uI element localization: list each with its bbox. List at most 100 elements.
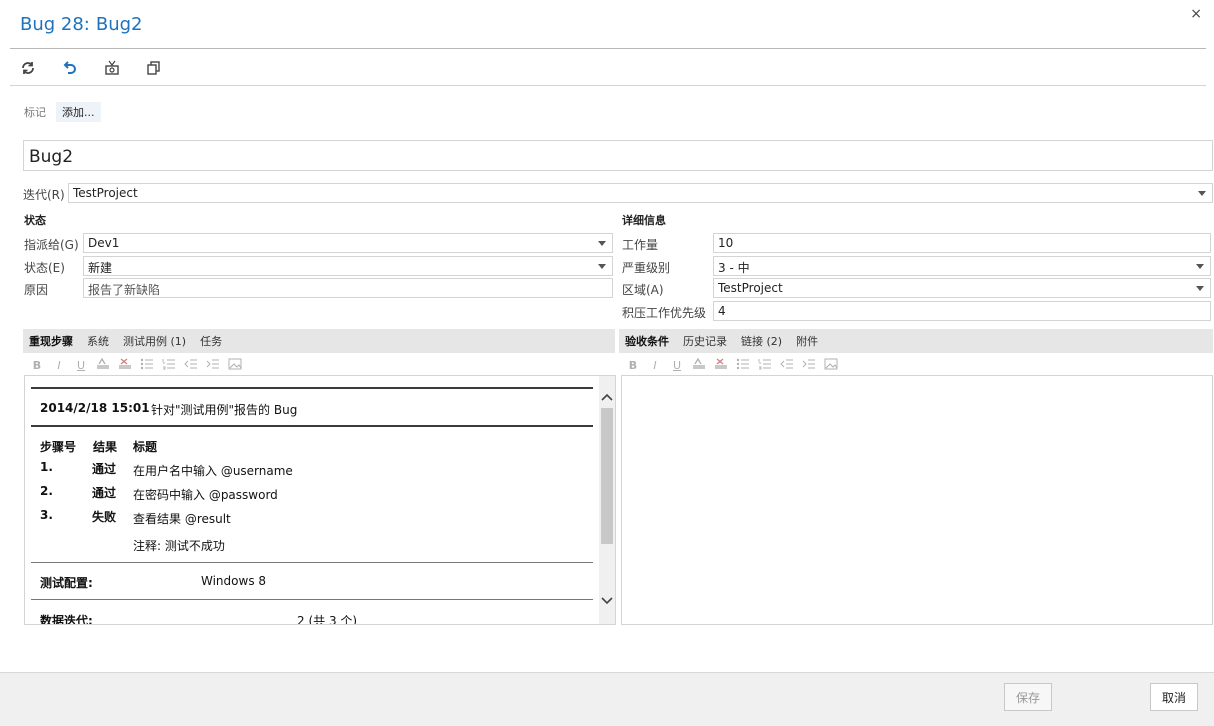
repro-date: 2014/2/18 15:01 <box>40 401 150 415</box>
repro-summary: 针对"测试用例"报告的 Bug <box>151 403 298 417</box>
repro-header-rule <box>31 425 593 427</box>
severity-label: 严重级别 <box>622 261 671 275</box>
work-item-name: Bug2 <box>95 14 143 35</box>
reason-value: 报告了新缺陷 <box>88 283 161 297</box>
right-rte-toolbar: B I U <box>626 355 838 375</box>
capture-icon[interactable] <box>102 58 122 78</box>
test-config-value: Windows 8 <box>201 574 267 588</box>
italic-button[interactable]: I <box>52 359 66 372</box>
window-title: Bug 28: Bug2 <box>20 14 143 35</box>
step-title: 查看结果 @result <box>133 512 231 526</box>
iteration-label: 迭代(R) <box>23 188 65 202</box>
toolbar <box>18 58 164 80</box>
effort-label: 工作量 <box>622 238 659 252</box>
italic-button[interactable]: I <box>648 359 662 372</box>
left-rte-toolbar: B I U <box>30 355 242 375</box>
right-tab-strip: 验收条件 历史记录 链接 (2) 附件 <box>619 329 1213 353</box>
tab-links[interactable]: 链接 (2) <box>741 333 796 349</box>
state-value: 新建 <box>88 261 113 275</box>
scroll-up-icon[interactable] <box>600 390 614 404</box>
indent-icon[interactable] <box>802 358 816 373</box>
severity-select[interactable]: 3 - 中 <box>713 256 1211 276</box>
outdent-icon[interactable] <box>780 358 794 373</box>
col-title: 标题 <box>133 440 158 454</box>
tags-row: 标记 添加... <box>24 102 101 122</box>
copy-icon[interactable] <box>144 58 164 78</box>
title-bar: Bug 28: Bug2 × <box>0 0 1214 48</box>
left-tab-strip: 重现步骤 系统 测试用例 (1) 任务 <box>23 329 615 353</box>
clear-format-icon[interactable] <box>714 358 728 373</box>
repro-top-rule <box>31 387 593 389</box>
state-select[interactable]: 新建 <box>83 256 613 276</box>
step-title: 在密码中输入 @password <box>133 488 278 502</box>
step-comment: 注释: 测试不成功 <box>133 539 225 553</box>
bullet-list-icon[interactable] <box>140 358 154 373</box>
underline-button[interactable]: U <box>74 359 88 372</box>
tab-history[interactable]: 历史记录 <box>683 333 741 349</box>
col-result: 结果 <box>93 440 118 454</box>
cancel-button[interactable]: 取消 <box>1150 683 1198 711</box>
iteration-value: TestProject <box>73 186 138 200</box>
scrollbar-thumb[interactable] <box>601 408 613 544</box>
toolbar-divider <box>10 85 1206 86</box>
numbered-list-icon[interactable] <box>758 358 772 373</box>
tab-repro-steps[interactable]: 重现步骤 <box>29 333 87 349</box>
tab-test-cases[interactable]: 测试用例 (1) <box>123 333 200 349</box>
repro-rule <box>31 562 593 563</box>
insert-image-icon[interactable] <box>228 358 242 373</box>
status-heading: 状态 <box>24 214 46 227</box>
clear-format-icon[interactable] <box>118 358 132 373</box>
highlight-icon[interactable] <box>692 357 706 373</box>
step-title: 在用户名中输入 @username <box>133 464 293 478</box>
tags-label: 标记 <box>24 106 46 119</box>
tab-attachments[interactable]: 附件 <box>796 333 832 349</box>
assigned-to-value: Dev1 <box>88 236 120 250</box>
reason-label: 原因 <box>24 283 49 297</box>
scroll-down-icon[interactable] <box>600 594 614 608</box>
underline-button[interactable]: U <box>670 359 684 372</box>
effort-input[interactable]: 10 <box>713 233 1211 253</box>
col-step-number: 步骤号 <box>40 440 77 454</box>
state-label: 状态(E) <box>24 261 65 275</box>
tab-system[interactable]: 系统 <box>87 333 123 349</box>
highlight-icon[interactable] <box>96 357 110 373</box>
data-iteration-label: 数据迭代: <box>40 614 93 625</box>
step-number: 3. <box>40 508 53 522</box>
title-divider <box>10 48 1206 49</box>
step-number: 1. <box>40 460 53 474</box>
bullet-list-icon[interactable] <box>736 358 750 373</box>
outdent-icon[interactable] <box>184 358 198 373</box>
undo-icon[interactable] <box>60 58 80 78</box>
repro-steps-editor[interactable]: 2014/2/18 15:01 针对"测试用例"报告的 Bug 步骤号 结果 标… <box>24 375 616 625</box>
assigned-to-select[interactable]: Dev1 <box>83 233 613 253</box>
backlog-priority-value: 4 <box>718 304 726 318</box>
area-label: 区域(A) <box>622 283 664 297</box>
step-result: 通过 <box>92 486 117 500</box>
tab-acceptance-criteria[interactable]: 验收条件 <box>625 333 683 349</box>
repro-rule <box>31 599 593 600</box>
acceptance-criteria-editor[interactable] <box>621 375 1213 625</box>
bold-button[interactable]: B <box>626 359 640 372</box>
backlog-priority-label: 积压工作优先级 <box>622 306 707 320</box>
step-result: 通过 <box>92 462 117 476</box>
effort-value: 10 <box>718 236 734 250</box>
backlog-priority-input[interactable]: 4 <box>713 301 1211 321</box>
step-result: 失败 <box>92 510 117 524</box>
close-icon[interactable]: × <box>1190 6 1202 22</box>
add-tag-button[interactable]: 添加... <box>56 102 101 122</box>
insert-image-icon[interactable] <box>824 358 838 373</box>
step-number: 2. <box>40 484 53 498</box>
indent-icon[interactable] <box>206 358 220 373</box>
iteration-select[interactable]: TestProject <box>68 183 1213 203</box>
work-item-title-input[interactable]: Bug2 <box>23 140 1213 171</box>
bold-button[interactable]: B <box>30 359 44 372</box>
assigned-to-label: 指派给(G) <box>24 238 79 252</box>
tab-tasks[interactable]: 任务 <box>200 333 236 349</box>
reason-field: 报告了新缺陷 <box>83 278 613 298</box>
numbered-list-icon[interactable] <box>162 358 176 373</box>
save-button[interactable]: 保存 <box>1004 683 1052 711</box>
details-heading: 详细信息 <box>622 214 666 227</box>
refresh-icon[interactable] <box>18 58 38 78</box>
area-select[interactable]: TestProject <box>713 278 1211 298</box>
repro-scrollbar[interactable] <box>599 376 615 624</box>
